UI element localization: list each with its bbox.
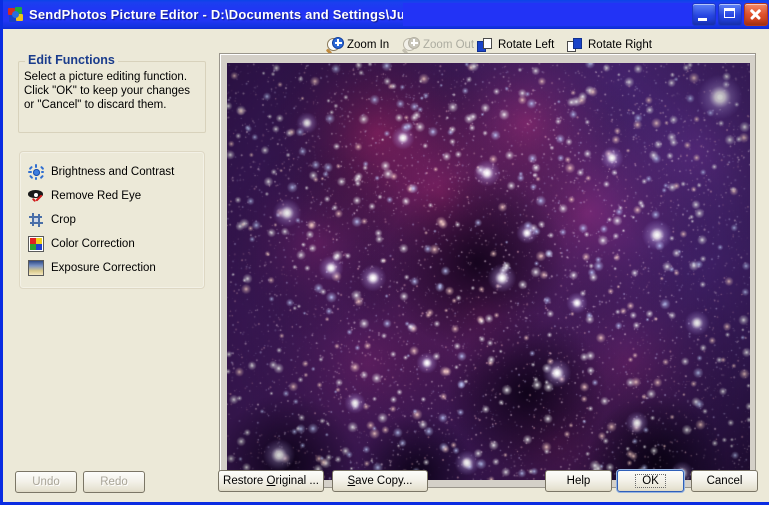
zoom-in-icon (326, 36, 344, 54)
function-label: Exposure Correction (51, 262, 156, 274)
function-item-remove-red-eye[interactable]: Remove Red Eye (28, 186, 141, 206)
minimize-button[interactable] (692, 3, 716, 26)
rotate-right-icon (567, 37, 584, 54)
toolbar-rotate-left-label: Rotate Left (498, 39, 555, 51)
picture-editor-window: SendPhotos Picture Editor - D:\Documents… (0, 0, 769, 505)
brightness-icon (28, 164, 44, 180)
restore-original-button[interactable]: Restore Original ... (218, 470, 324, 492)
cancel-label: Cancel (706, 475, 743, 487)
cancel-button[interactable]: Cancel (691, 470, 758, 492)
redo-button[interactable]: Redo (83, 471, 145, 493)
client-area: Zoom In Zoom Out Rotate Left Rotate Righ… (6, 29, 769, 502)
exposure-correction-icon (28, 260, 44, 276)
edit-functions-groupbox: Edit Functions Select a picture editing … (18, 53, 206, 133)
ok-label: OK (635, 474, 666, 488)
description-line-2: Click "OK" to keep your changes (24, 85, 191, 97)
title-bar: SendPhotos Picture Editor - D:\Documents… (3, 0, 769, 29)
edit-functions-description: Select a picture editing function. Click… (24, 70, 200, 112)
red-eye-icon (28, 188, 44, 204)
undo-label: Undo (32, 476, 60, 488)
zoom-out-icon (402, 36, 420, 54)
photo-canvas-container[interactable] (227, 63, 750, 480)
app-icon (8, 6, 24, 23)
description-line-1: Select a picture editing function. (24, 71, 188, 83)
function-label: Crop (51, 214, 76, 226)
image-viewer-panel (219, 53, 756, 488)
window-title: SendPhotos Picture Editor - D:\Documents… (29, 7, 421, 22)
maximize-button[interactable] (718, 3, 742, 26)
function-label: Brightness and Contrast (51, 166, 175, 178)
function-item-brightness-and-contrast[interactable]: Brightness and Contrast (28, 162, 174, 182)
function-item-color-correction[interactable]: Color Correction (28, 234, 135, 254)
help-label: Help (566, 475, 591, 487)
title-overflow-mask (403, 3, 698, 26)
color-correction-icon (28, 236, 44, 252)
help-button[interactable]: Help (545, 470, 612, 492)
edit-functions-heading: Edit Functions (25, 53, 118, 67)
edit-functions-list: Brightness and Contrast Remove Red Eye C… (19, 151, 205, 289)
save-copy-button[interactable]: Save Copy... (332, 470, 428, 492)
function-item-exposure-correction[interactable]: Exposure Correction (28, 258, 156, 278)
description-line-3: or "Cancel" to discard them. (24, 99, 167, 111)
crop-icon (28, 212, 44, 228)
nebula-photograph (227, 63, 750, 480)
restore-original-label: Restore Original ... (223, 475, 319, 487)
toolbar-zoom-out-label: Zoom Out (423, 39, 475, 51)
ok-button[interactable]: OK (617, 470, 684, 492)
function-label: Remove Red Eye (51, 190, 142, 202)
toolbar-zoom-in-label: Zoom In (347, 39, 390, 51)
redo-label: Redo (100, 476, 128, 488)
function-label: Color Correction (51, 238, 135, 250)
function-item-crop[interactable]: Crop (28, 210, 76, 230)
close-button[interactable] (744, 3, 768, 26)
rotate-left-icon (477, 37, 494, 54)
window-controls (692, 3, 768, 26)
save-copy-label: Save Copy... (347, 475, 413, 487)
undo-button[interactable]: Undo (15, 471, 77, 493)
toolbar-rotate-right-label: Rotate Right (588, 39, 652, 51)
